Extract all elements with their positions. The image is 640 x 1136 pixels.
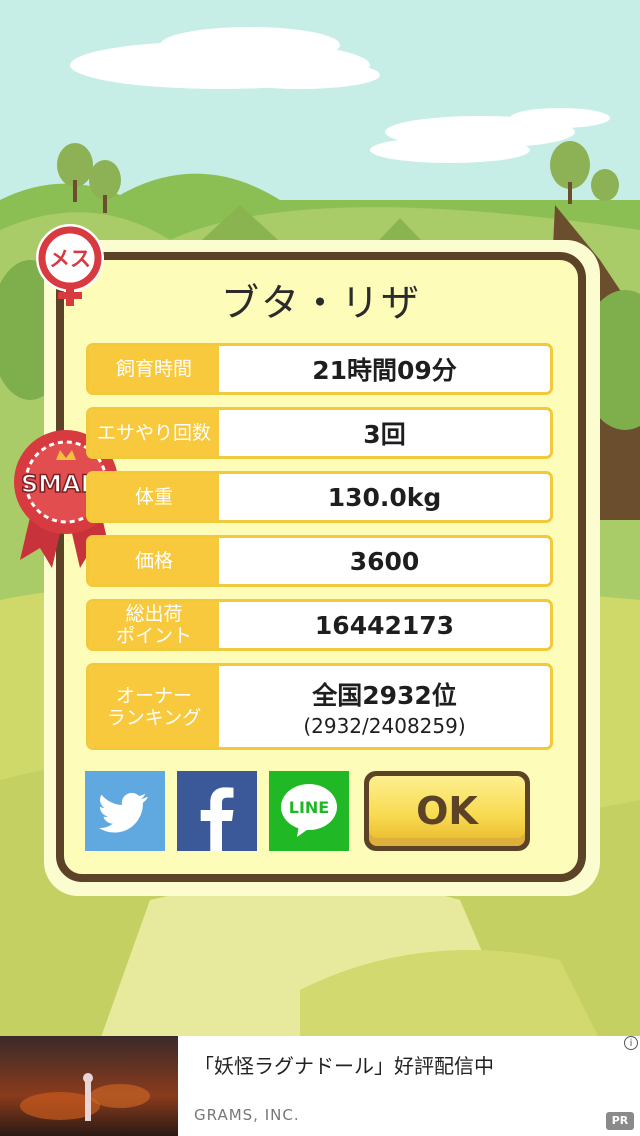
stat-row-shipment-points: 総出荷 ポイント 16442173 <box>86 599 553 651</box>
stat-label: 飼育時間 <box>89 346 219 392</box>
ad-title[interactable]: 「妖怪ラグナドール」好評配信中 <box>194 1050 494 1079</box>
gender-badge-label: メス <box>49 247 91 271</box>
stat-value: 16442173 <box>314 610 455 640</box>
ad-sponsor: GRAMS, INC. <box>194 1106 300 1124</box>
ad-info-icon[interactable]: i <box>624 1036 638 1050</box>
ad-thumbnail-image[interactable] <box>0 1036 178 1136</box>
ok-button-label: OK <box>369 776 525 846</box>
twitter-share-button[interactable] <box>85 771 165 851</box>
stat-label: オーナー ランキング <box>89 666 219 747</box>
stat-row-owner-ranking: オーナー ランキング 全国2932位 (2932/2408259) <box>86 663 553 750</box>
line-label: LINE <box>289 798 329 817</box>
ad-banner[interactable]: 「妖怪ラグナドール」好評配信中 GRAMS, INC. i PR <box>0 1036 640 1136</box>
stat-row-weight: 体重 130.0kg <box>86 471 553 523</box>
ranking-detail: (2932/2408259) <box>303 713 466 738</box>
stat-value: 130.0kg <box>327 482 442 512</box>
stat-value: 21時間09分 <box>312 356 457 385</box>
ranking-value: 全国2932位 <box>312 680 457 710</box>
stat-label: 体重 <box>89 474 219 520</box>
stat-value: 3回 <box>363 420 406 449</box>
line-share-button[interactable]: LINE <box>269 771 349 851</box>
ad-pr-badge: PR <box>606 1112 634 1130</box>
stat-row-price: 価格 3600 <box>86 535 553 587</box>
stat-label: 総出荷 ポイント <box>89 602 219 648</box>
stat-value: 3600 <box>349 546 420 576</box>
stat-label: エサやり回数 <box>89 410 219 456</box>
stat-row-rearing-time: 飼育時間 21時間09分 <box>86 343 553 395</box>
pig-name: ブタ・リザ <box>220 281 421 325</box>
female-gender-badge: メス <box>36 224 104 306</box>
stat-row-feed-count: エサやり回数 3回 <box>86 407 553 459</box>
stat-value-group: 全国2932位 (2932/2408259) <box>219 666 550 747</box>
ok-button[interactable]: OK <box>364 771 530 851</box>
stat-label: 価格 <box>89 538 219 584</box>
facebook-share-button[interactable] <box>177 771 257 851</box>
